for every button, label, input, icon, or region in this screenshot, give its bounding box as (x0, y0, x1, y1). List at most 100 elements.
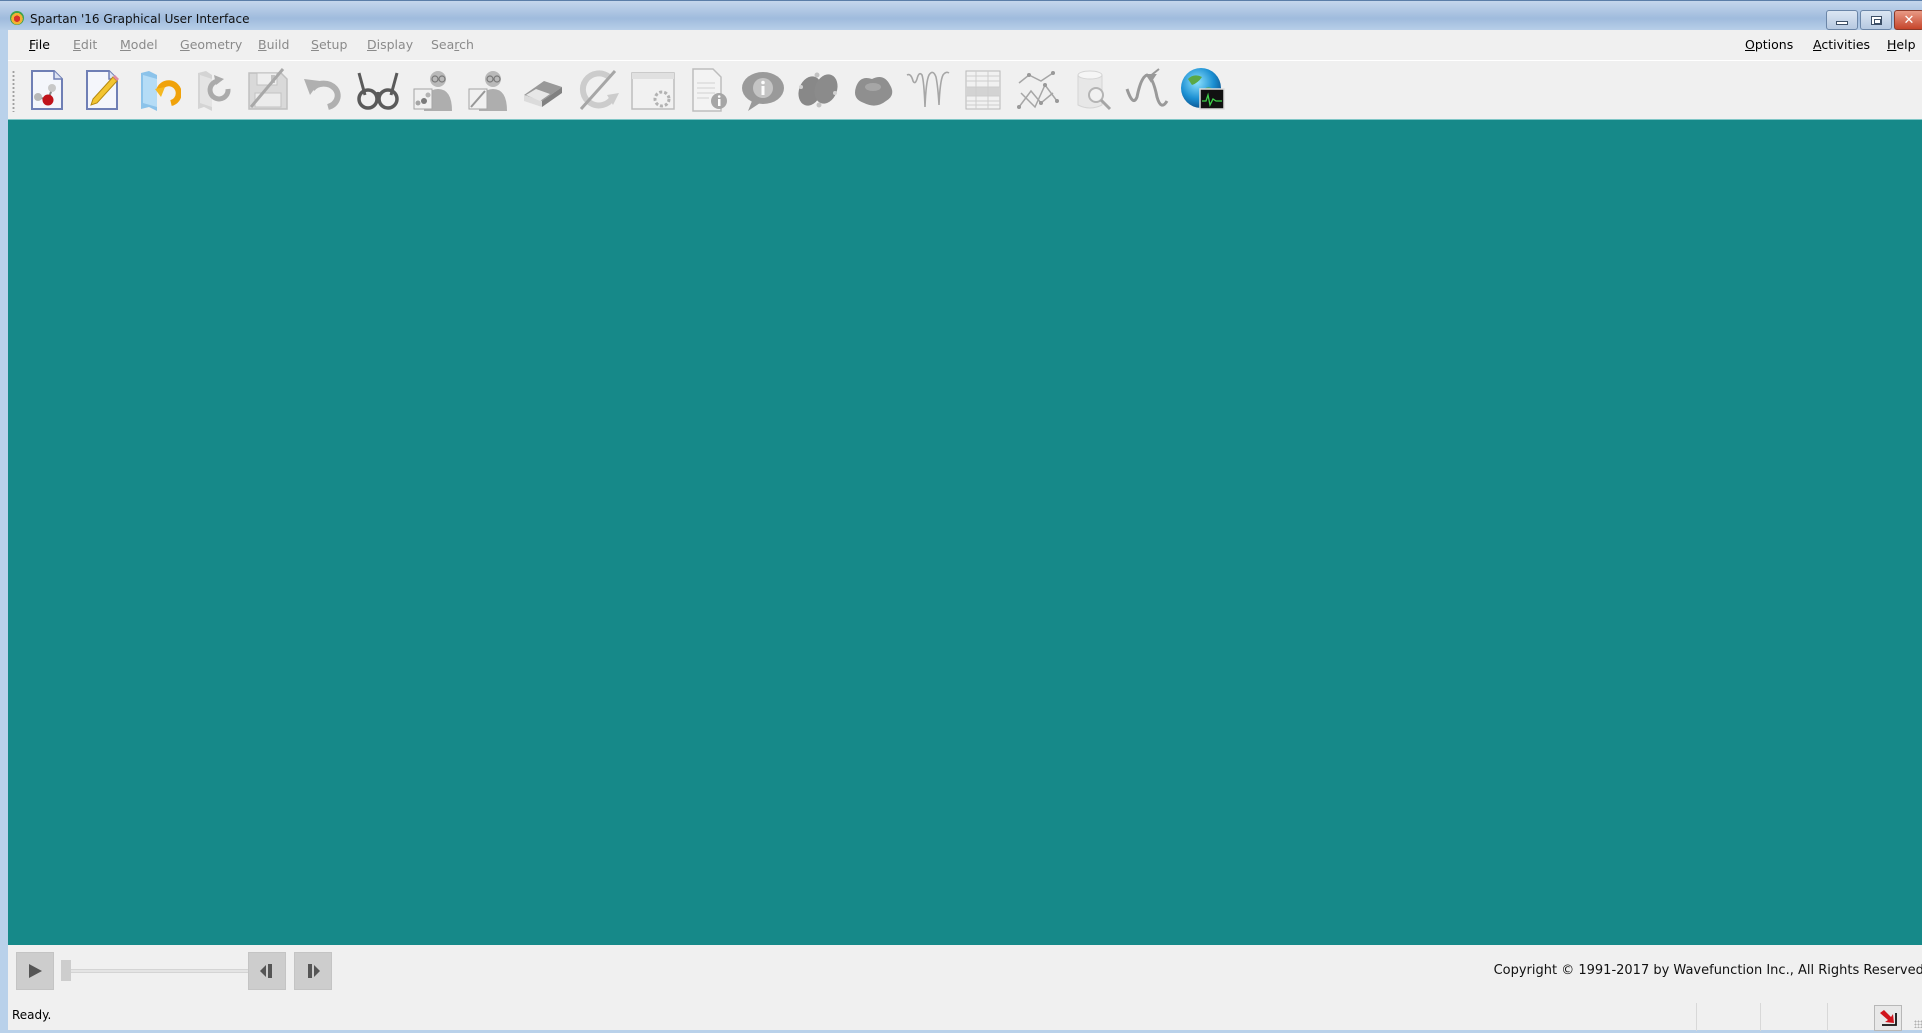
settings-window-icon (631, 72, 675, 110)
menu-file[interactable]: File (29, 37, 50, 52)
window-title: Spartan '16 Graphical User Interface (30, 12, 250, 26)
menu-edit-mnemonic: E (73, 37, 81, 52)
play-button[interactable] (16, 952, 54, 990)
menu-geometry[interactable]: Geometry (180, 37, 242, 52)
step-back-button[interactable] (248, 952, 286, 990)
menu-help[interactable]: Help (1887, 37, 1916, 52)
spectrum-icon (906, 71, 950, 108)
plot-icon (1017, 71, 1059, 109)
status-text: Ready. (12, 1008, 52, 1022)
undo-arrow-icon (304, 79, 341, 110)
new-document-pencil-icon (86, 70, 119, 110)
menu-build[interactable]: Build (258, 37, 289, 52)
add-fragment-button[interactable] (410, 67, 456, 113)
menu-build-label: uild (266, 37, 290, 52)
menu-file-label: ile (35, 37, 50, 52)
main-toolbar (8, 62, 1922, 119)
copyright-text: Copyright © 1991-2017 by Wavefunction In… (1493, 963, 1922, 978)
maximize-icon (1870, 15, 1882, 25)
title-bar[interactable]: Spartan '16 Graphical User Interface ✕ (0, 0, 1922, 30)
glasses-icon (357, 72, 399, 110)
output-button[interactable] (685, 67, 731, 113)
menu-options-mnemonic: O (1745, 37, 1755, 52)
step-forward-button[interactable] (294, 952, 332, 990)
surface-icon (855, 77, 893, 106)
new-build-button[interactable] (79, 67, 125, 113)
scientist-pencil-icon (468, 71, 507, 111)
spectra-button[interactable] (905, 67, 951, 113)
status-divider (1827, 1003, 1828, 1031)
menu-display-mnemonic: D (367, 37, 377, 52)
menu-edit-label: dit (80, 37, 98, 52)
menu-search[interactable]: Search (431, 37, 474, 52)
reaction-curve-icon (1125, 68, 1169, 107)
menu-activities-label: ctivities (1821, 37, 1871, 52)
menu-help-label: elp (1896, 37, 1916, 52)
red-arrow-icon (1880, 1010, 1897, 1026)
monitor-button[interactable] (1180, 67, 1226, 113)
menu-edit[interactable]: Edit (73, 37, 97, 52)
spreadsheet-button[interactable] (960, 67, 1006, 113)
menu-search-label: ch (459, 37, 474, 52)
undo-button[interactable] (300, 67, 346, 113)
plots-button[interactable] (1015, 67, 1061, 113)
menu-display-label: isplay (376, 37, 414, 52)
eraser-icon (524, 81, 562, 107)
menu-options[interactable]: Options (1745, 37, 1793, 52)
status-indicator-button[interactable] (1874, 1005, 1902, 1031)
minimize-button[interactable] (1826, 10, 1858, 30)
close-icon: ✕ (1903, 12, 1915, 28)
close-file-button[interactable] (190, 67, 236, 113)
surfaces-button[interactable] (850, 67, 896, 113)
close-button[interactable]: ✕ (1894, 10, 1922, 30)
playback-panel: Copyright © 1991-2017 by Wavefunction In… (8, 945, 1922, 1031)
play-icon (29, 964, 42, 978)
open-button[interactable] (135, 67, 181, 113)
new-molecule-button[interactable] (24, 67, 70, 113)
menu-setup-mnemonic: S (311, 37, 319, 52)
application-window: Spartan '16 Graphical User Interface ✕ F… (0, 0, 1922, 1033)
view-button[interactable] (355, 67, 401, 113)
edit-build-button[interactable] (465, 67, 511, 113)
reaction-button[interactable] (1125, 67, 1171, 113)
save-button[interactable] (245, 67, 291, 113)
frame-slider-thumb[interactable] (61, 960, 71, 981)
menu-model-label: odel (130, 37, 158, 52)
toolbar-grip[interactable] (12, 70, 15, 112)
refresh-button[interactable] (575, 67, 621, 113)
molecule-viewport[interactable] (8, 119, 1922, 945)
orbital-icon (798, 72, 838, 108)
step-back-icon (260, 964, 272, 978)
database-button[interactable] (1070, 67, 1116, 113)
maximize-button[interactable] (1860, 10, 1892, 30)
menu-model[interactable]: Model (120, 37, 158, 52)
status-divider (1696, 1003, 1697, 1031)
resize-grip[interactable] (1914, 1020, 1922, 1028)
save-disk-icon (248, 68, 288, 110)
properties-button[interactable] (740, 67, 786, 113)
step-forward-icon (308, 964, 320, 978)
menu-build-mnemonic: B (258, 37, 267, 52)
close-folder-icon (198, 71, 231, 111)
globe-monitor-icon (1181, 68, 1225, 110)
menu-display[interactable]: Display (367, 37, 413, 52)
scientist-molecule-icon (413, 71, 452, 111)
menu-options-label: ptions (1754, 37, 1794, 52)
menu-bar: File Edit Model Geometry Build Setup Dis… (8, 30, 1922, 61)
new-molecule-document-icon (31, 70, 63, 110)
minimize-icon (1836, 21, 1848, 25)
menu-setup[interactable]: Setup (311, 37, 347, 52)
menu-help-mnemonic: H (1887, 37, 1897, 52)
spreadsheet-icon (965, 70, 1001, 110)
orbitals-button[interactable] (795, 67, 841, 113)
info-bubble-icon (742, 72, 784, 111)
calculations-button[interactable] (630, 67, 676, 113)
delete-button[interactable] (520, 67, 566, 113)
menu-activities[interactable]: Activities (1813, 37, 1870, 52)
refresh-disabled-icon (579, 69, 619, 111)
frame-slider-track[interactable] (70, 969, 250, 973)
menu-geometry-mnemonic: G (180, 37, 190, 52)
document-info-icon (692, 68, 727, 112)
spartan-app-icon[interactable] (10, 11, 24, 25)
menu-geometry-label: eometry (189, 37, 243, 52)
